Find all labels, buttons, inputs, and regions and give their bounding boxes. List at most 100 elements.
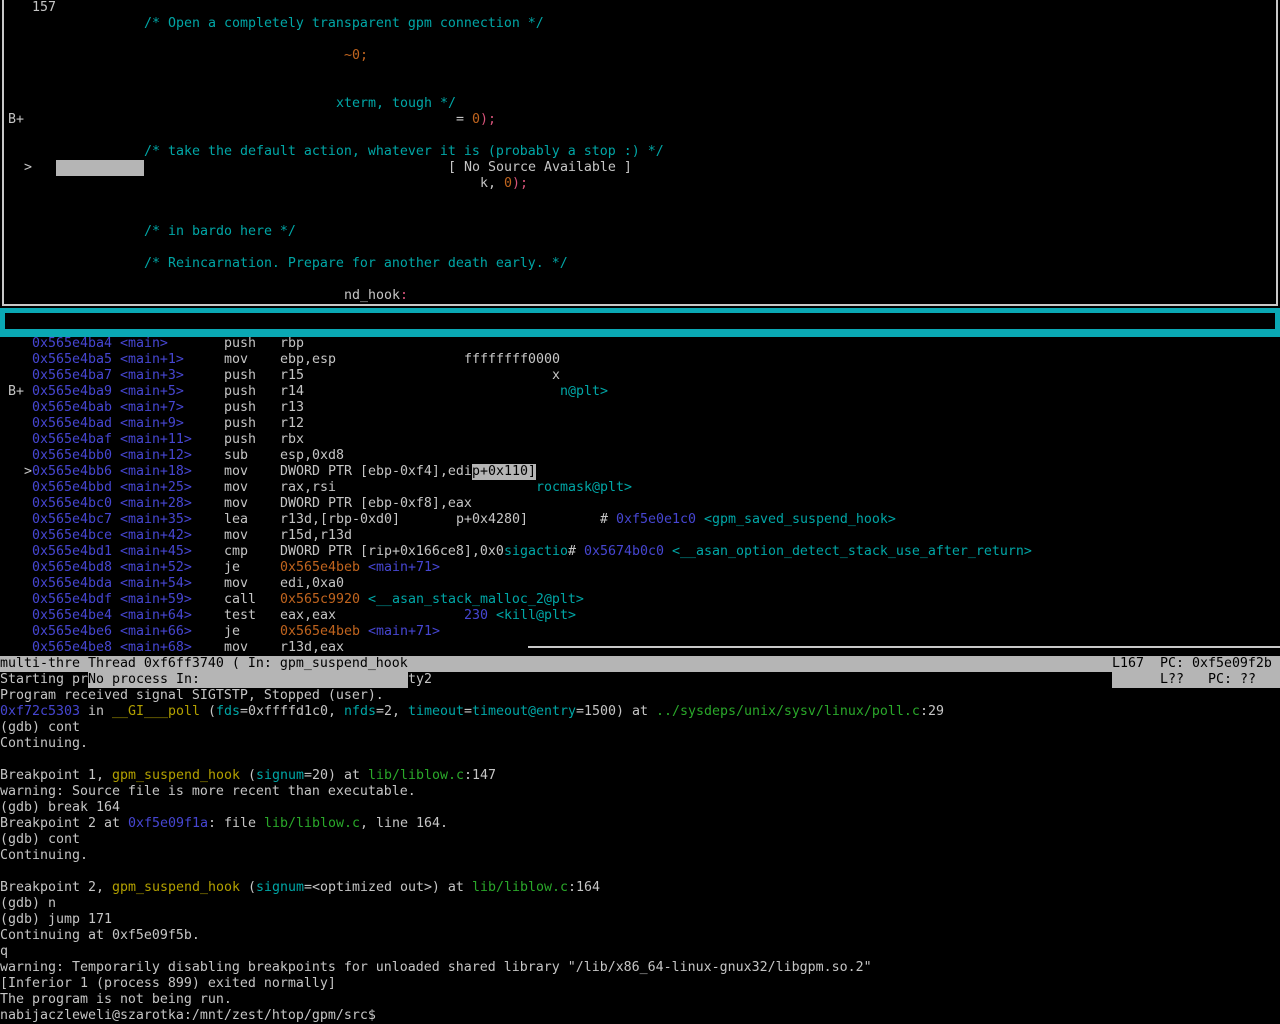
text-segment: # (568, 544, 576, 560)
asm-line: 0x565e4bce <main+42>movr15d,r13d (0, 528, 1280, 544)
text-segment: :147 (464, 768, 496, 784)
src-comment: xterm, tough */ (0, 96, 1280, 112)
text-segment: <main+71> (368, 624, 440, 640)
terminal-screen[interactable]: 157 /* Open a completely transparent gpm … (0, 0, 1280, 1024)
text-segment: <kill@plt> (496, 608, 576, 624)
text-segment: /* Open a completely transparent gpm con… (144, 16, 544, 32)
console-line: The program is not being run. (0, 992, 1280, 1008)
text-segment: :29 (920, 704, 944, 720)
asm-line: 0x565e4bb0 <main+12>subesp,0xd8 (0, 448, 1280, 464)
text-segment: 157 (32, 0, 56, 16)
text-segment: /* in bardo here */ (144, 224, 296, 240)
text-segment: cmp (224, 544, 248, 560)
text-segment: Breakpoint 2 at (0, 816, 120, 832)
source-window-border-bottom (2, 304, 1278, 306)
asm-line: 0x565e4bc0 <main+28>movDWORD PTR [ebp-0x… (0, 496, 1280, 512)
text-segment: p+0x4280] (456, 512, 528, 528)
text-segment: DWORD PTR [ebp-0xf4],edi (280, 464, 472, 480)
console-line: Program received signal SIGTSTP, Stopped… (0, 688, 1280, 704)
text-segment: :164 (568, 880, 600, 896)
asm-line: 0x565e4baf <main+11>pushrbx (0, 432, 1280, 448)
text-segment: ); (512, 176, 528, 192)
asm-line: 0x565e4be4 <main+64>testeax,eax230<kill@… (0, 608, 1280, 624)
current-line-marker: > (24, 160, 32, 176)
text-segment: 0x565e4be4 <main+64> (32, 608, 192, 624)
console-line: Continuing. (0, 848, 1280, 864)
text-segment: __GI___poll (112, 704, 200, 720)
text-segment: lib/liblow.c (472, 880, 568, 896)
text-segment: mov (224, 576, 248, 592)
src-fragment: nd_hook: (0, 288, 1280, 304)
text-segment: 0x5674b0c0 (584, 544, 664, 560)
text-segment: multi-thre Thread 0xf6ff3740 ( In: gpm_s… (0, 656, 408, 672)
text-segment: 0x565e4be6 <main+66> (32, 624, 192, 640)
text-segment: L167 PC: 0xf5e09f2b (1112, 656, 1272, 672)
text-segment: 0x565e4bc0 <main+28> (32, 496, 192, 512)
text-segment: Continuing at 0xf5e09f5b. (0, 928, 200, 944)
text-segment: ( (248, 768, 256, 784)
text-segment: 0x565e4bd1 <main+45> (32, 544, 192, 560)
text-segment: 0xf5e0e1c0 (616, 512, 696, 528)
text-segment: q (0, 944, 8, 960)
text-segment: signum (256, 768, 304, 784)
text-segment: xterm, tough */ (336, 96, 456, 112)
src-fragment: k, 0); (0, 176, 1280, 192)
text-segment: 0x565e4beb (280, 560, 360, 576)
text-segment: x (552, 368, 560, 384)
asm-line: 0x565e4bdf <main+59>call0x565c9920<__asa… (0, 592, 1280, 608)
text-segment: ( (248, 880, 256, 896)
src-comment: /* Open a completely transparent gpm con… (0, 16, 1280, 32)
text-segment: , line 164. (360, 816, 448, 832)
text-segment: /* take the default action, whatever it … (144, 144, 664, 160)
text-segment: rocmask@plt> (536, 480, 632, 496)
text-segment: timeout@entry (472, 704, 576, 720)
text-segment: lib/liblow.c (264, 816, 360, 832)
text-segment: Continuing. (0, 848, 88, 864)
text-segment: push (224, 336, 256, 352)
text-segment: call (224, 592, 256, 608)
text-segment: 0x565e4be8 <main+68> (32, 640, 192, 656)
text-segment: push (224, 368, 256, 384)
text-segment: ); (480, 112, 496, 128)
text-segment: at (632, 704, 648, 720)
console-line: q (0, 944, 1280, 960)
text-segment: edi,0xa0 (280, 576, 344, 592)
text-segment: =<optimized out>) at (304, 880, 464, 896)
text-segment: mov (224, 352, 248, 368)
text-segment: push (224, 432, 256, 448)
text-segment: gpm_suspend_hook (112, 880, 240, 896)
text-segment: 0x565e4baf <main+11> (32, 432, 192, 448)
shell-prompt[interactable]: nabijaczleweli@szarotka:/mnt/zest/htop/g… (0, 1008, 1280, 1024)
current-insn-marker: > (24, 464, 32, 480)
text-segment: : (400, 288, 408, 304)
text-segment: 0x565e4bb0 <main+12> (32, 448, 192, 464)
src-comment: /* in bardo here */ (0, 224, 1280, 240)
text-segment: Program received signal SIGTSTP, Stopped… (0, 688, 384, 704)
text-segment: <gpm_saved_suspend_hook> (704, 512, 896, 528)
text-segment: ebp,esp (280, 352, 336, 368)
text-segment: warning: Temporarily disabling breakpoin… (0, 960, 872, 976)
text-segment: ~0; (344, 48, 368, 64)
asm-line: 0x565e4bc7 <main+35>lear13d,[rbp-0xd0]p+… (0, 512, 1280, 528)
text-segment: push (224, 400, 256, 416)
console-line: (gdb) n (0, 896, 1280, 912)
text-segment: mov (224, 528, 248, 544)
text-segment: push (224, 384, 256, 400)
text-segment: /* Reincarnation. Prepare for another de… (144, 256, 568, 272)
text-segment: in (88, 704, 104, 720)
text-segment: signum (256, 880, 304, 896)
text-segment: =1500) (576, 704, 624, 720)
text-segment: 0x565e4bce <main+42> (32, 528, 192, 544)
console-line: warning: Source file is more recent than… (0, 784, 1280, 800)
src-current-line: > [ No Source Available ] (0, 160, 1280, 176)
text-segment: warning: Source file is more recent than… (0, 784, 416, 800)
text-segment: Breakpoint 1, (0, 768, 112, 784)
text-segment: k, (480, 176, 504, 192)
text-segment: sub (224, 448, 248, 464)
console-line: Breakpoint 1, gpm_suspend_hook(signum=20… (0, 768, 1280, 784)
console-line: Breakpoint 2 at0xf5e09f1a: filelib/liblo… (0, 816, 1280, 832)
text-segment: r12 (280, 416, 304, 432)
console-line: warning: Temporarily disabling breakpoin… (0, 960, 1280, 976)
text-segment: 0x565e4ba7 <main+3> (32, 368, 184, 384)
asm-line: 0x565e4ba5 <main+1>movebp,espffffffff000… (0, 352, 1280, 368)
